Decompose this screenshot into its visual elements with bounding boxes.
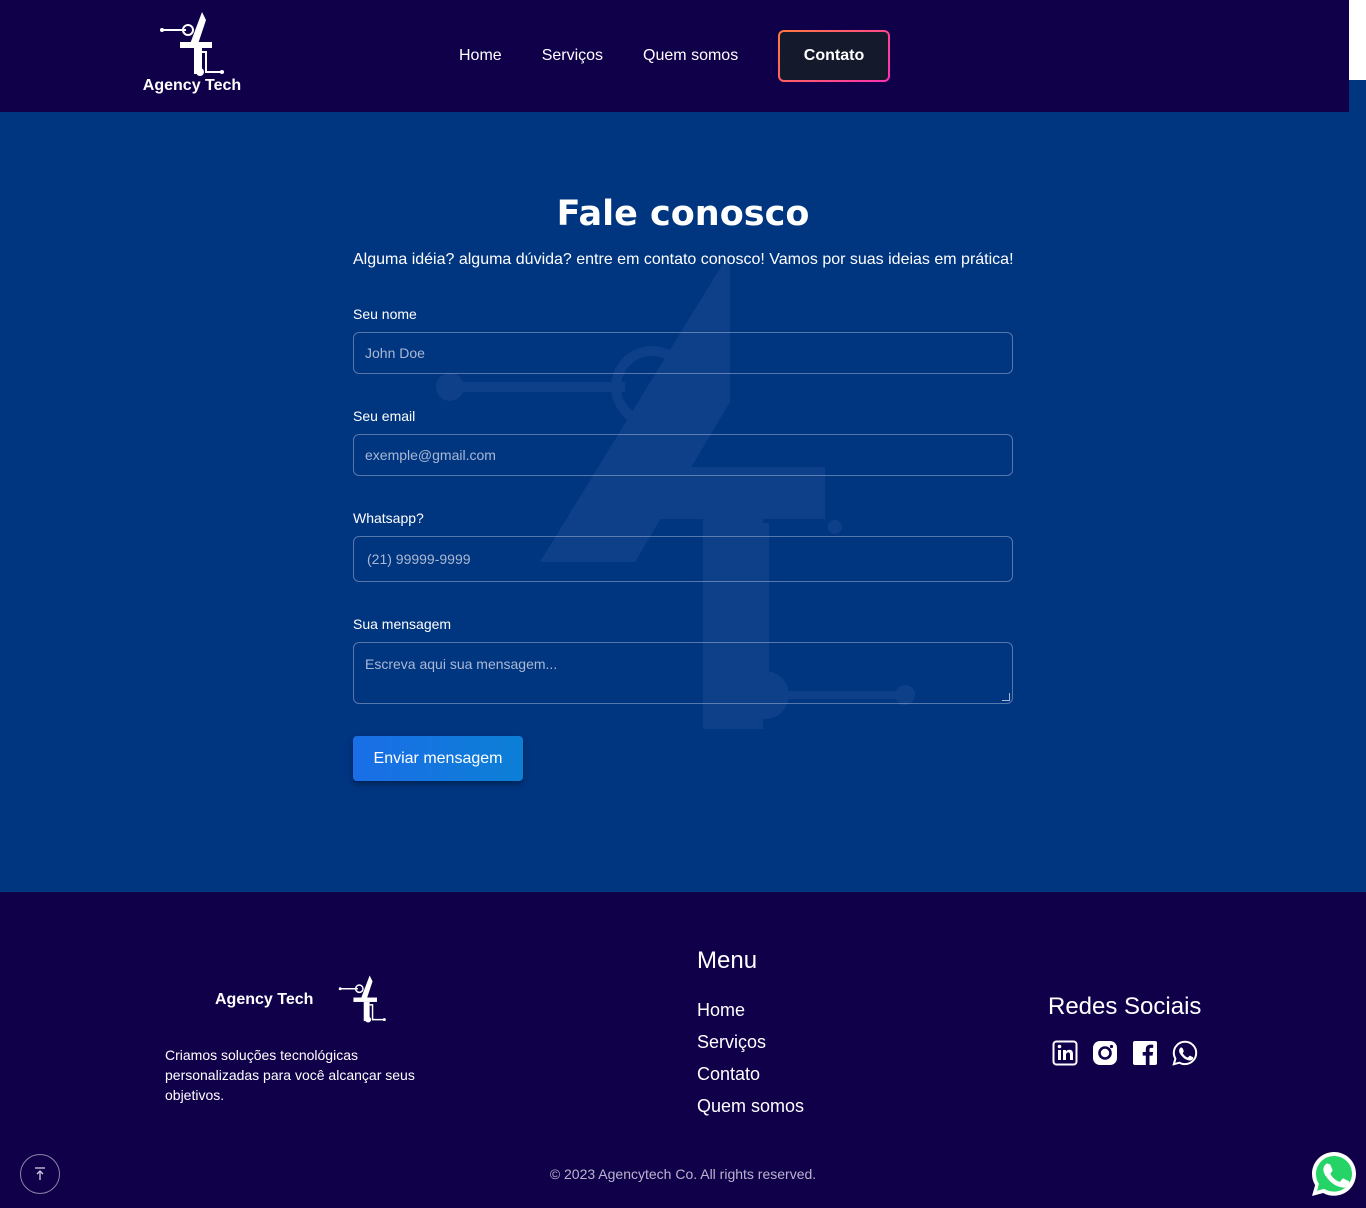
footer-menu-title: Menu	[697, 947, 758, 974]
nav-about[interactable]: Quem somos	[643, 47, 738, 65]
message-label: Sua mensagem	[353, 616, 452, 632]
site-footer: Agency Tech Criamos soluções tecnológica…	[0, 892, 1366, 1208]
facebook-icon[interactable]	[1132, 1040, 1158, 1066]
name-label: Seu nome	[353, 306, 417, 322]
scrollbar-area	[1349, 0, 1366, 80]
footer-menu-about[interactable]: Quem somos	[697, 1090, 804, 1122]
message-placeholder: Escreva aqui sua mensagem...	[365, 656, 558, 672]
brand-name: Agency Tech	[142, 77, 242, 94]
copyright-text: © 2023 Agencytech Co. All rights reserve…	[549, 1166, 817, 1182]
linkedin-icon[interactable]	[1052, 1040, 1078, 1066]
contact-section: Fale conosco Alguma idéia? alguma dúvida…	[0, 112, 1366, 892]
footer-menu: Home Serviços Contato Quem somos	[697, 994, 804, 1122]
footer-menu-home[interactable]: Home	[697, 994, 804, 1026]
nav-home[interactable]: Home	[459, 47, 502, 65]
nav-contact-button[interactable]: Contato	[778, 30, 890, 82]
whatsapp-float-button[interactable]	[1310, 1150, 1358, 1198]
main-nav: Home Serviços Quem somos	[459, 30, 778, 82]
nav-services[interactable]: Serviços	[542, 47, 603, 65]
footer-menu-contact[interactable]: Contato	[697, 1058, 804, 1090]
header-strip	[1349, 80, 1366, 112]
name-input[interactable]: John Doe	[353, 332, 1013, 374]
page-subtitle: Alguma idéia? alguma dúvida? entre em co…	[353, 251, 1014, 268]
footer-logo-icon[interactable]	[337, 974, 389, 1024]
whatsapp-icon[interactable]	[1172, 1040, 1198, 1066]
resize-handle[interactable]	[1002, 693, 1010, 701]
email-input[interactable]: exemple@gmail.com	[353, 434, 1013, 476]
logo-icon	[160, 12, 224, 76]
page-title: Fale conosco	[556, 194, 810, 234]
footer-description: Criamos soluções tecnológicas personaliz…	[165, 1047, 415, 1103]
footer-menu-services[interactable]: Serviços	[697, 1026, 804, 1058]
name-placeholder: John Doe	[365, 345, 425, 361]
brand-logo[interactable]: Agency Tech	[140, 10, 245, 102]
message-textarea[interactable]: Escreva aqui sua mensagem...	[353, 642, 1013, 704]
whatsapp-float-icon	[1312, 1152, 1356, 1196]
whatsapp-label: Whatsapp?	[353, 510, 424, 526]
instagram-icon[interactable]	[1092, 1040, 1118, 1066]
footer-social-title: Redes Sociais	[1048, 993, 1202, 1020]
send-message-button[interactable]: Enviar mensagem	[353, 736, 523, 781]
email-placeholder: exemple@gmail.com	[365, 447, 496, 463]
whatsapp-placeholder: (21) 99999-9999	[367, 551, 471, 567]
whatsapp-input[interactable]: (21) 99999-9999	[353, 536, 1013, 582]
footer-brand-name: Agency Tech	[215, 991, 314, 1008]
site-header: Agency Tech Home Serviços Quem somos Con…	[0, 0, 1349, 112]
email-label: Seu email	[353, 408, 416, 424]
social-icons	[1052, 1040, 1212, 1066]
